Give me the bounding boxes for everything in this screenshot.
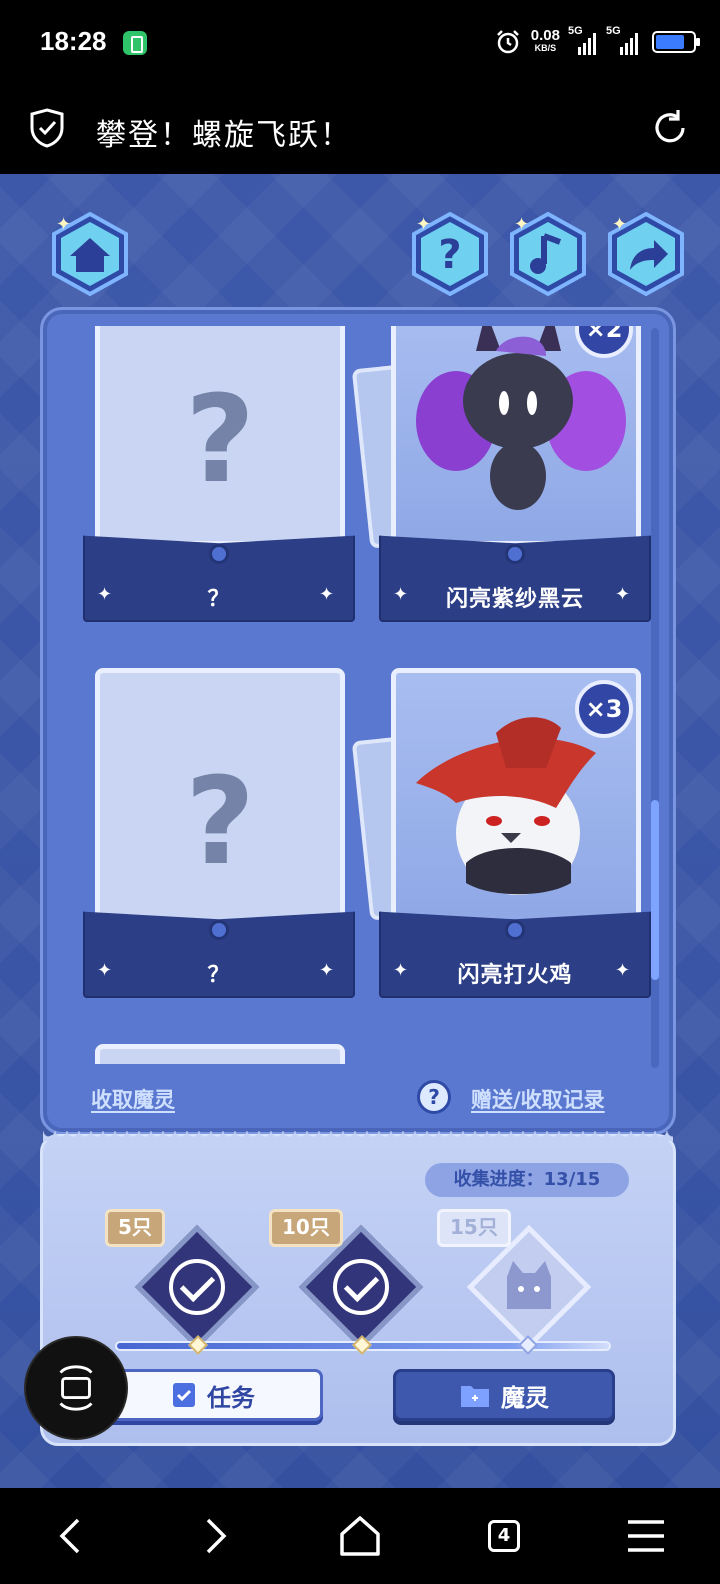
milestone-reward-10[interactable]: 10只	[269, 1209, 424, 1350]
chevron-right-icon	[206, 1518, 227, 1554]
spirit-button-label: 魔灵	[501, 1383, 549, 1412]
task-icon	[173, 1383, 195, 1407]
card-name: ？	[207, 963, 231, 988]
spirit-button[interactable]: 魔灵	[393, 1369, 615, 1421]
hamburger-menu-icon	[628, 1520, 664, 1552]
card-grid[interactable]: ? ✦ ✦ ？ ×2 ✦ ✦ 闪亮紫纱黑云 ? ✦ ✦ ？ ×3 ✦ ✦ 闪亮打…	[59, 326, 659, 1064]
chevron-left-icon	[59, 1518, 80, 1554]
scrollbar-thumb[interactable]	[651, 800, 659, 980]
reload-icon[interactable]	[650, 108, 690, 148]
card-name: 闪亮紫纱黑云	[445, 587, 584, 612]
title-bar: 攀登！螺旋飞跃！	[0, 86, 720, 174]
music-button[interactable]: ✦	[504, 210, 592, 298]
collect-spirit-link[interactable]: 收取魔灵	[91, 1084, 175, 1114]
question-icon: ? ✦	[412, 211, 488, 297]
battery-icon	[652, 31, 700, 53]
help-button[interactable]: ? ✦	[406, 210, 494, 298]
tabs-button[interactable]: 4	[474, 1506, 534, 1566]
share-button[interactable]: ✦	[602, 210, 690, 298]
card-face: ?	[95, 668, 345, 928]
unknown-card-question-mark: ?	[185, 371, 255, 510]
card-pin	[505, 544, 525, 564]
question-icon[interactable]: ?	[417, 1080, 451, 1114]
progress-label: 收集进度：13/15	[425, 1163, 629, 1197]
signal-label-2: 5G	[606, 25, 621, 37]
game-area: ✦ ? ✦ ✦ ✦ ? ✦ ✦ ？ ×2 ✦ ✦ 闪亮紫纱黑云 ? ✦ ✦ ？ …	[0, 174, 720, 1488]
task-button[interactable]: 任务	[103, 1369, 323, 1421]
card-slot-shiny-fire-chicken[interactable]: ×3 ✦ ✦ 闪亮打火鸡	[351, 668, 651, 1008]
card-name: 闪亮打火鸡	[457, 963, 573, 988]
purple-cloud-creature-image	[416, 326, 626, 510]
home-nav-button[interactable]	[330, 1506, 390, 1566]
card-pin	[209, 544, 229, 564]
card-pin	[209, 920, 229, 940]
milestone-tag: 5只	[105, 1209, 165, 1247]
card-slot-unknown[interactable]: ? ✦ ✦ ？	[83, 326, 355, 636]
collection-progress-panel: 收集进度：13/15 5只 10只 15只 任务 魔灵	[40, 1131, 676, 1446]
milestone-tag: 15只	[437, 1209, 511, 1247]
card-pin	[505, 920, 525, 940]
forward-button[interactable]	[184, 1506, 244, 1566]
svg-text:?: ?	[438, 232, 461, 278]
svg-text:✦: ✦	[416, 214, 431, 235]
svg-text:✦: ✦	[56, 214, 71, 235]
shield-check-icon	[30, 108, 64, 148]
network-speed-unit: KB/S	[534, 43, 557, 53]
share-icon: ✦	[608, 211, 684, 297]
cat-creature-icon	[507, 1261, 551, 1309]
clock: 18:28	[40, 26, 107, 56]
folder-icon	[461, 1386, 489, 1407]
card-face	[391, 326, 641, 546]
alarm-icon	[496, 30, 519, 54]
check-icon	[169, 1259, 225, 1315]
unknown-card-question-mark: ?	[185, 753, 255, 892]
svg-text:✦: ✦	[514, 214, 529, 235]
signal-icon-2: 5G	[606, 25, 642, 55]
home-outline-icon	[340, 1516, 380, 1556]
card-face: ?	[95, 326, 345, 546]
status-bar: 18:28 0.08 KB/S 5G 5G	[0, 0, 720, 86]
switch-icon	[59, 1365, 93, 1411]
card-collection-panel: ? ✦ ✦ ？ ×2 ✦ ✦ 闪亮紫纱黑云 ? ✦ ✦ ？ ×3 ✦ ✦ 闪亮打…	[40, 307, 676, 1135]
card-slot-unknown[interactable]: ? ✦ ✦ ？	[83, 668, 355, 1008]
status-icons: 0.08 KB/S 5G 5G	[495, 22, 700, 62]
svg-text:✦: ✦	[612, 214, 627, 235]
home-button[interactable]: ✦	[46, 210, 134, 298]
milestone-reward-5[interactable]: 5只	[105, 1209, 260, 1350]
signal-label-1: 5G	[568, 25, 583, 37]
check-icon	[333, 1259, 389, 1315]
back-button[interactable]	[42, 1506, 102, 1566]
battery-saver-icon	[123, 31, 147, 55]
card-count-badge: ×3	[575, 680, 633, 738]
menu-button[interactable]	[616, 1506, 676, 1566]
card-name: ？	[207, 587, 231, 612]
gift-history-link[interactable]: 赠送/收取记录	[471, 1084, 605, 1114]
card-slot-shiny-purple-cloud[interactable]: ×2 ✦ ✦ 闪亮紫纱黑云	[351, 326, 651, 636]
tabs-count: 4	[488, 1520, 520, 1552]
signal-icon: 5G	[568, 25, 598, 55]
floating-switch-button[interactable]	[24, 1336, 128, 1440]
milestone-tag: 10只	[269, 1209, 343, 1247]
system-nav-bar: 4	[0, 1488, 720, 1584]
home-icon: ✦	[52, 211, 128, 297]
page-title: 攀登！螺旋飞跃！	[96, 118, 352, 153]
milestone-reward-15[interactable]: 15只	[437, 1209, 592, 1350]
music-note-icon: ✦	[510, 211, 586, 297]
network-speed: 0.08 KB/S	[531, 28, 560, 55]
card-slot-peek[interactable]	[95, 1044, 345, 1064]
task-button-label: 任务	[207, 1383, 255, 1412]
